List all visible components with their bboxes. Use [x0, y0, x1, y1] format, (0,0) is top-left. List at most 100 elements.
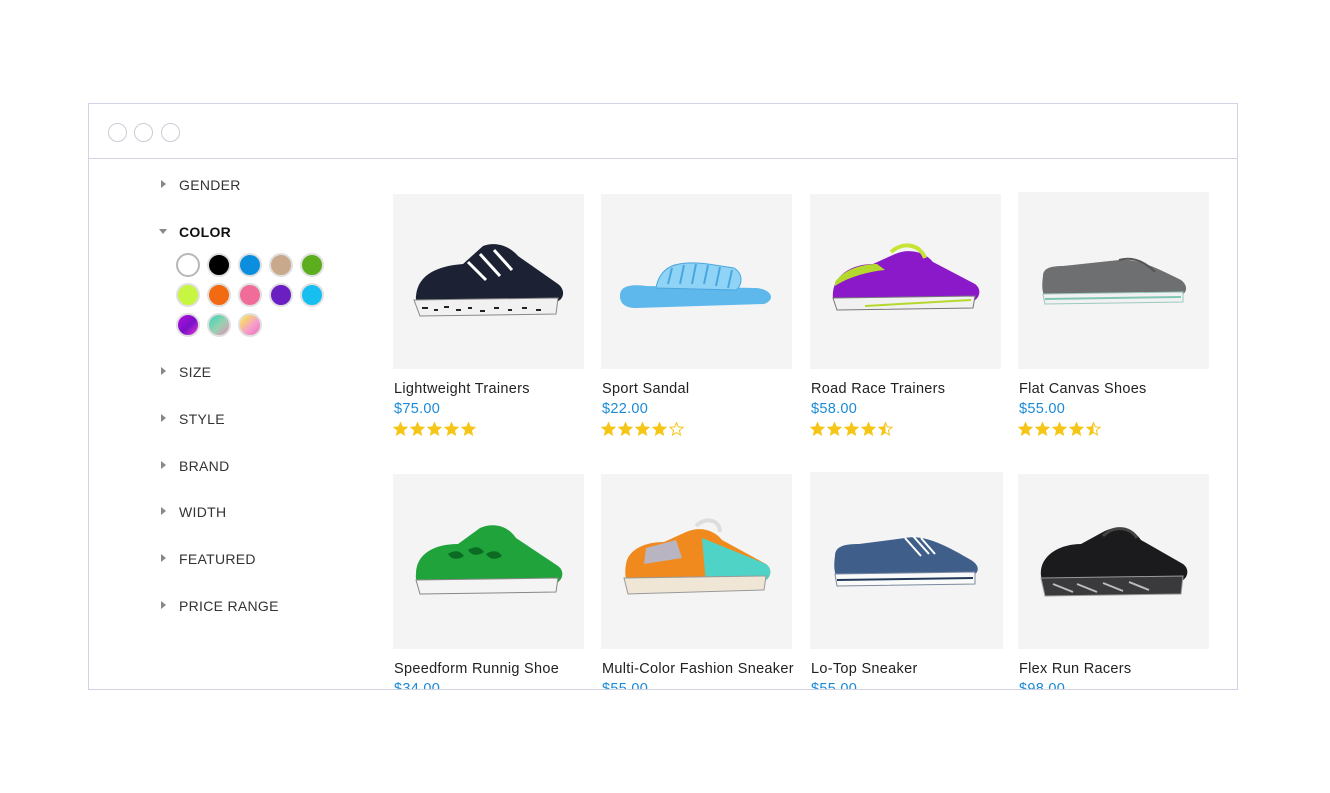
- swatch-blue[interactable]: [238, 253, 262, 277]
- filter-gender[interactable]: GENDER: [159, 175, 241, 195]
- product-card[interactable]: Multi-Color Fashion Sneaker $55.00: [601, 474, 794, 689]
- swatch-orange[interactable]: [207, 283, 231, 307]
- product-name[interactable]: Flex Run Racers: [1019, 661, 1131, 677]
- filter-width[interactable]: WIDTH: [159, 502, 226, 522]
- filter-featured[interactable]: FEATURED: [159, 549, 256, 569]
- swatch-white[interactable]: [176, 253, 200, 277]
- star-full-icon: [461, 422, 476, 436]
- product-price: $98.00: [1019, 681, 1066, 690]
- filter-label: WIDTH: [179, 504, 227, 520]
- swatch-lime[interactable]: [176, 283, 200, 307]
- product-name[interactable]: Sport Sandal: [602, 381, 689, 397]
- star-full-icon: [1052, 422, 1067, 436]
- filter-color[interactable]: COLOR: [159, 222, 231, 242]
- product-card[interactable]: Speedform Runnig Shoe $34.00: [393, 474, 584, 689]
- swatch-gradient-purple[interactable]: [176, 313, 200, 337]
- rating-stars: [601, 422, 684, 436]
- rating-stars: [393, 422, 476, 436]
- star-full-icon: [635, 422, 650, 436]
- star-full-icon: [827, 422, 842, 436]
- star-full-icon: [618, 422, 633, 436]
- product-name[interactable]: Lightweight Trainers: [394, 381, 530, 397]
- running-shoe-image: [415, 525, 563, 595]
- rating-stars: [1018, 422, 1101, 436]
- chevron-right-icon: [159, 409, 179, 429]
- swatch-purple[interactable]: [269, 283, 293, 307]
- lo-top-sneaker-image: [834, 535, 978, 587]
- product-image[interactable]: [1018, 192, 1209, 369]
- product-name[interactable]: Speedform Runnig Shoe: [394, 661, 559, 677]
- filter-size[interactable]: SIZE: [159, 362, 211, 382]
- product-card[interactable]: Lightweight Trainers $75.00: [393, 194, 584, 436]
- swatch-cyan[interactable]: [300, 283, 324, 307]
- product-name[interactable]: Multi-Color Fashion Sneaker: [602, 661, 794, 677]
- product-price: $58.00: [811, 401, 858, 417]
- swatch-green[interactable]: [300, 253, 324, 277]
- filter-label: STYLE: [179, 411, 225, 427]
- running-shoe-image: [413, 244, 564, 317]
- window-close-button[interactable]: [108, 123, 127, 142]
- product-image[interactable]: [810, 194, 1001, 369]
- window-titlebar: [89, 104, 1237, 159]
- product-image[interactable]: [1018, 474, 1209, 649]
- star-full-icon: [1018, 422, 1033, 436]
- product-card[interactable]: Flex Run Racers $98.00: [1018, 474, 1209, 689]
- chevron-right-icon: [159, 456, 179, 476]
- product-image[interactable]: [393, 194, 584, 369]
- product-price: $22.00: [602, 401, 649, 417]
- sandal-image: [620, 262, 771, 308]
- swatch-gradient-teal[interactable]: [207, 313, 231, 337]
- product-card[interactable]: Sport Sandal $22.00: [601, 194, 792, 436]
- star-empty-icon: [669, 422, 684, 436]
- canvas-shoe-image: [1042, 257, 1187, 305]
- chevron-down-icon: [159, 222, 179, 242]
- filter-label: BRAND: [179, 458, 230, 474]
- chevron-right-icon: [159, 175, 179, 195]
- swatch-tan[interactable]: [269, 253, 293, 277]
- filter-brand[interactable]: BRAND: [159, 456, 230, 476]
- star-full-icon: [844, 422, 859, 436]
- product-price: $55.00: [1019, 401, 1066, 417]
- shop-content: GENDER COLOR SIZE STYLE BRAND WIDTH FEAT…: [89, 160, 1237, 689]
- product-price: $34.00: [394, 681, 441, 690]
- chevron-right-icon: [159, 549, 179, 569]
- product-card[interactable]: Road Race Trainers $58.00: [810, 194, 1001, 436]
- swatch-black[interactable]: [207, 253, 231, 277]
- star-full-icon: [393, 422, 408, 436]
- star-half-icon: [1086, 422, 1101, 436]
- product-name[interactable]: Road Race Trainers: [811, 381, 945, 397]
- product-image[interactable]: [393, 474, 584, 649]
- product-image[interactable]: [601, 194, 792, 369]
- product-name[interactable]: Lo-Top Sneaker: [811, 661, 918, 677]
- chevron-right-icon: [159, 362, 179, 382]
- filter-sidebar: GENDER COLOR SIZE STYLE BRAND WIDTH FEAT…: [89, 160, 379, 689]
- swatch-gradient-yellow[interactable]: [238, 313, 262, 337]
- star-half-icon: [878, 422, 893, 436]
- product-price: $55.00: [811, 681, 858, 690]
- product-name[interactable]: Flat Canvas Shoes: [1019, 381, 1147, 397]
- star-full-icon: [444, 422, 459, 436]
- product-image[interactable]: [601, 474, 792, 649]
- star-full-icon: [1069, 422, 1084, 436]
- filter-style[interactable]: STYLE: [159, 409, 225, 429]
- filter-label: COLOR: [179, 224, 232, 240]
- star-full-icon: [410, 422, 425, 436]
- browser-window: GENDER COLOR SIZE STYLE BRAND WIDTH FEAT…: [88, 103, 1238, 690]
- chevron-right-icon: [159, 596, 179, 616]
- sneaker-image: [623, 518, 771, 595]
- filter-price-range[interactable]: PRICE RANGE: [159, 596, 279, 616]
- swatch-pink[interactable]: [238, 283, 262, 307]
- window-maximize-button[interactable]: [161, 123, 180, 142]
- product-card[interactable]: Flat Canvas Shoes $55.00: [1018, 192, 1209, 436]
- running-shoe-image: [1040, 527, 1188, 597]
- product-image[interactable]: [810, 472, 1003, 649]
- star-full-icon: [1035, 422, 1050, 436]
- star-full-icon: [427, 422, 442, 436]
- running-shoe-image: [832, 243, 980, 311]
- filter-label: FEATURED: [179, 551, 256, 567]
- star-full-icon: [861, 422, 876, 436]
- product-card[interactable]: Lo-Top Sneaker $55.00: [810, 472, 1003, 689]
- star-full-icon: [810, 422, 825, 436]
- window-minimize-button[interactable]: [134, 123, 153, 142]
- star-full-icon: [601, 422, 616, 436]
